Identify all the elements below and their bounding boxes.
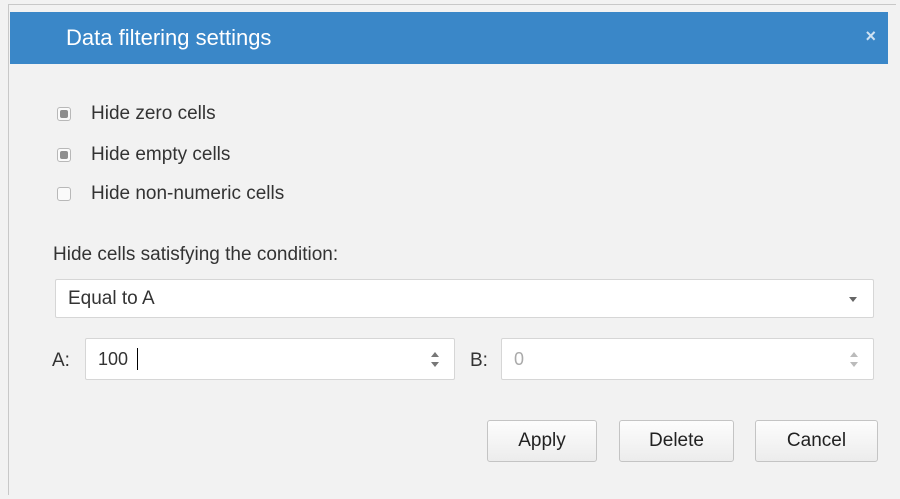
dialog-title: Data filtering settings [66,25,272,50]
a-label: A: [52,350,70,371]
apply-button[interactable]: Apply [487,420,597,462]
cancel-button[interactable]: Cancel [755,420,878,462]
delete-button[interactable]: Delete [619,420,734,462]
close-icon[interactable]: × [865,26,876,47]
condition-select[interactable]: Equal to A [55,279,874,318]
hide-zero-cells-checkbox[interactable]: Hide zero cells [57,103,216,125]
text-cursor [137,348,138,370]
spin-down-icon[interactable] [850,362,858,367]
condition-label: Hide cells satisfying the condition: [53,244,339,265]
hide-empty-cells-label: Hide empty cells [91,144,231,165]
checkbox-icon[interactable] [57,107,71,121]
dialog-title-bar: Data filtering settings × [10,12,888,64]
spin-down-icon[interactable] [431,362,439,367]
checkbox-icon[interactable] [57,148,71,162]
b-value-text: 0 [514,349,525,369]
hide-non-numeric-cells-checkbox[interactable]: Hide non-numeric cells [57,183,284,205]
spin-up-icon[interactable] [431,352,439,357]
b-value-input[interactable]: 0 [501,338,874,380]
chevron-down-icon[interactable] [849,297,857,302]
spin-up-icon[interactable] [850,352,858,357]
a-value-input[interactable]: 100 [85,338,455,380]
hide-zero-cells-label: Hide zero cells [91,103,216,124]
b-label: B: [470,350,488,371]
a-spinner[interactable] [431,352,439,368]
a-value-text: 100 [98,349,129,369]
hide-non-numeric-cells-label: Hide non-numeric cells [91,183,285,204]
condition-select-value: Equal to A [68,288,155,309]
b-spinner[interactable] [850,352,858,368]
checkbox-icon[interactable] [57,187,71,201]
hide-empty-cells-checkbox[interactable]: Hide empty cells [57,144,230,166]
